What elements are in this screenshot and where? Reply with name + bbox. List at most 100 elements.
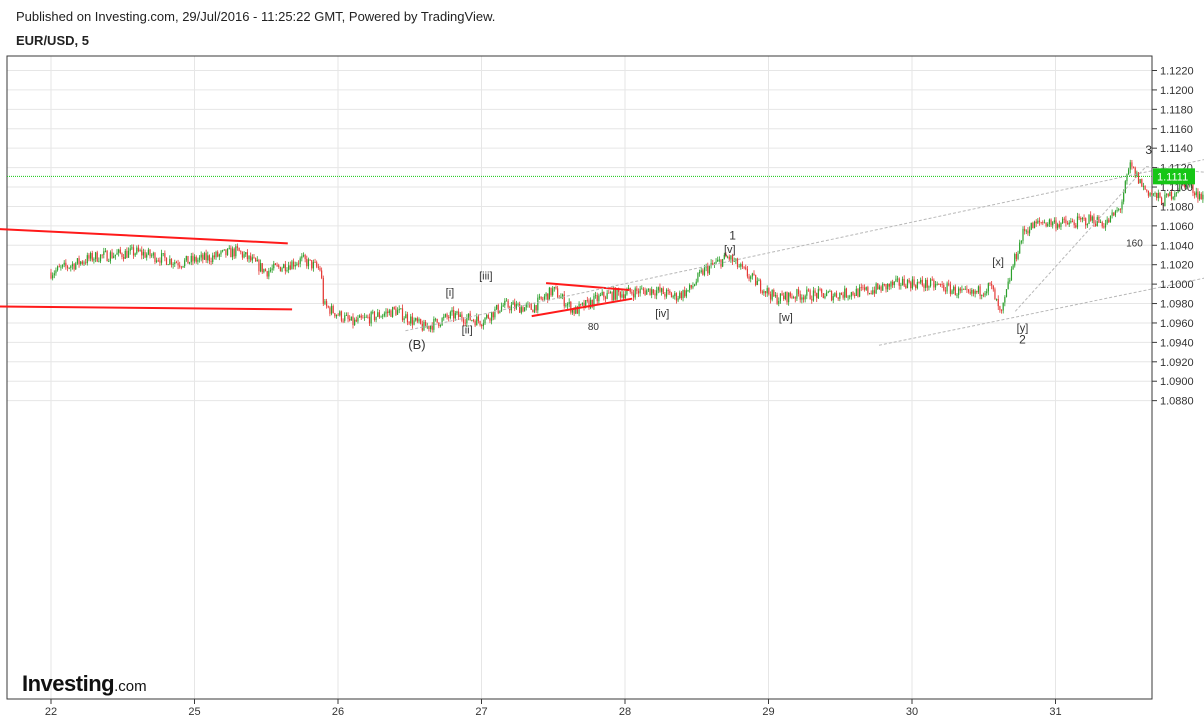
y-tick-label: 1.1140: [1160, 143, 1193, 155]
candle-body: [1147, 190, 1150, 196]
candle-body: [151, 255, 153, 257]
candle-body: [768, 288, 770, 295]
candle-body: [1095, 223, 1097, 227]
x-tick-label: 22: [45, 706, 57, 718]
candle-body: [738, 266, 740, 268]
candle-body: [454, 313, 456, 319]
candle-body: [52, 275, 54, 279]
candle-body: [306, 258, 308, 267]
x-tick-label: 30: [906, 706, 918, 718]
candle-body: [335, 314, 338, 317]
candle-body: [118, 249, 120, 253]
candle-body: [358, 315, 361, 318]
candle-body: [383, 313, 385, 316]
candle-body: [934, 284, 937, 288]
candle-body: [1010, 269, 1013, 281]
red-trendline: [0, 305, 293, 311]
candle-body: [977, 286, 980, 293]
candle-body: [979, 286, 981, 296]
candle-body: [850, 292, 852, 297]
candle-body: [1113, 212, 1115, 216]
candle-body: [286, 270, 288, 272]
candle-body: [180, 266, 182, 268]
candle-body: [763, 291, 765, 294]
current-price-marker: 1.1111: [7, 168, 1195, 185]
candle-body: [882, 283, 884, 291]
candle-body: [656, 290, 658, 296]
candle-body: [665, 289, 668, 297]
candle-body: [776, 295, 778, 304]
candle-body: [104, 250, 107, 252]
candle-body: [568, 302, 570, 304]
candle-body: [210, 261, 212, 262]
wave-label: [ii]: [462, 325, 473, 337]
candle-body: [93, 258, 95, 261]
candle-body: [274, 263, 277, 265]
candle-body: [193, 256, 196, 262]
candle-body: [114, 254, 116, 257]
candle-body: [896, 278, 899, 280]
candle-body: [522, 307, 524, 312]
price-chart[interactable]: (B)[i][ii][iii][iv]801[v][w][x][y]216034…: [0, 0, 1204, 724]
candle-body: [682, 290, 684, 299]
candle-body: [659, 287, 661, 292]
candle-body: [330, 305, 333, 314]
candle-body: [677, 298, 679, 301]
candle-body: [307, 259, 310, 267]
candle-body: [225, 249, 227, 256]
candle-body: [205, 253, 207, 261]
candle-body: [360, 315, 362, 318]
candle-body: [477, 316, 480, 322]
candle-body: [958, 288, 960, 295]
candle-body: [1202, 194, 1204, 200]
candle-body: [215, 251, 217, 258]
candle-body: [347, 315, 349, 319]
candle-body: [972, 289, 975, 294]
candle-body: [291, 261, 293, 270]
candle-body: [632, 293, 635, 298]
candle-body: [337, 314, 339, 316]
candle-body: [231, 248, 234, 258]
candle-body: [745, 267, 747, 270]
candle-body: [806, 289, 808, 296]
candle-body: [123, 257, 125, 259]
y-tick-label: 1.0880: [1160, 396, 1194, 408]
candle-body: [910, 282, 912, 289]
candle-body: [847, 296, 849, 298]
candle-body: [466, 317, 468, 324]
candle-body: [165, 257, 168, 265]
candle-body: [943, 284, 945, 291]
candle-body: [233, 248, 235, 257]
candle-body: [433, 318, 435, 330]
candle-body: [908, 279, 910, 283]
candle-body: [423, 321, 425, 331]
candle-body: [660, 288, 663, 292]
candle-body: [236, 246, 239, 248]
candle-body: [448, 317, 450, 319]
candle-body: [241, 252, 244, 258]
candle-body: [1053, 220, 1055, 223]
candle-body: [1108, 219, 1110, 223]
candle-body: [652, 289, 654, 294]
candle-body: [997, 299, 999, 307]
candle-body: [1118, 209, 1120, 211]
candle-body: [276, 264, 278, 266]
candle-body: [862, 287, 864, 289]
candle-body: [502, 305, 504, 307]
candle-body: [832, 296, 834, 301]
candle-body: [898, 278, 900, 286]
candle-body: [299, 258, 301, 264]
candle-body: [690, 285, 692, 288]
candle-body: [920, 279, 922, 283]
candle-body: [288, 265, 290, 271]
x-tick-label: 25: [188, 706, 200, 718]
candle-body: [142, 252, 145, 256]
candle-body: [689, 285, 691, 290]
candle-body: [86, 255, 88, 264]
candle-body: [243, 254, 245, 258]
candle-body: [854, 294, 856, 296]
candle-body: [779, 293, 782, 301]
candle-body: [292, 261, 295, 267]
candle-body: [240, 251, 242, 253]
candle-body: [903, 278, 905, 286]
